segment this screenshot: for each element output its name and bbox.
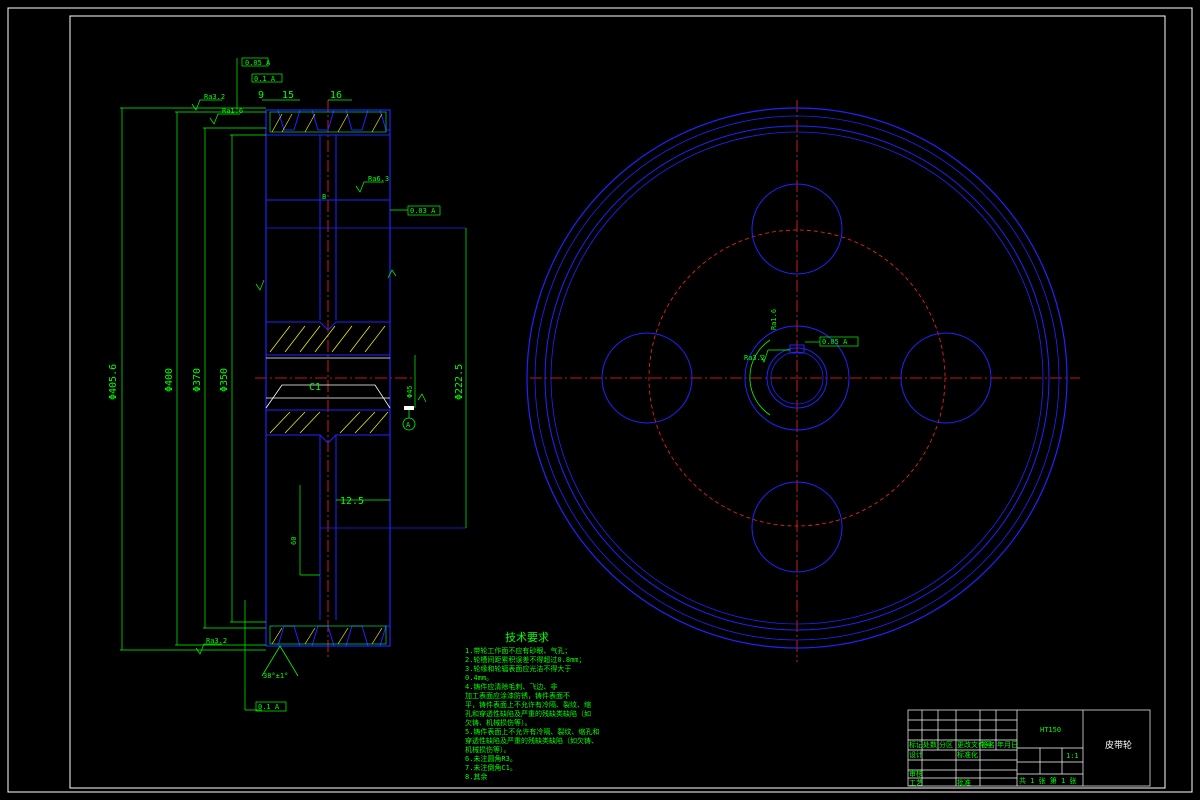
dim-groove: 16 [330,90,342,101]
center-mark: B [322,193,326,201]
tech-line: 6.未注圆角R3。 [465,754,517,763]
dim-outer: Φ405.6 [108,364,119,400]
svg-text:Ra3.2: Ra3.2 [744,354,765,362]
svg-text:处数: 处数 [923,740,937,749]
svg-text:Ra1.6: Ra1.6 [770,309,778,330]
dim-d350: Φ350 [219,368,230,392]
dim-hub-len: 60 [290,537,298,545]
svg-text:审核: 审核 [909,769,923,778]
cad-drawing: 0.05 A 0.1 A 0.03 A 0.1 A 9 15 16 Φ405.6… [7,7,1193,793]
tech-line: 1.带轮工作面不应有砂眼、气孔； [465,646,571,655]
svg-text:标记: 标记 [909,740,923,749]
svg-text:Ra1.6: Ra1.6 [222,107,243,115]
tech-line: 3.轮缘和轮辐表面应光洁不得大于 [465,664,571,673]
sheet-border [7,7,1193,793]
tech-line: 平，铸件表面上不允许有冷隔、裂纹、缩 [465,700,591,709]
groove-angle: 38°±1° [263,672,288,680]
tolerance-frame-1: 0.05 A [241,57,271,67]
dim-bore: Φ45 [406,385,414,398]
dim-d400: Φ400 [164,368,175,392]
tech-line: 孔和穿透性缺陷及严重的残缺类缺陷（如 [465,709,591,718]
svg-text:签名: 签名 [981,740,995,749]
tech-line: 欠铸、机械损伤等）。 [465,718,532,727]
dim-top-left: 9 [258,90,264,101]
dim-top-right: 15 [282,90,294,101]
dim-keyway: 12.5 [340,496,364,507]
tech-line: 2.轮槽间距累积误差不得超过0.8mm； [465,655,586,664]
svg-text:0.1 A: 0.1 A [254,75,276,83]
svg-text:Ra3.2: Ra3.2 [204,93,225,101]
dim-d370: Φ370 [192,368,203,392]
svg-text:分区: 分区 [939,740,953,749]
tolerance-frame-3: 0.03 A [390,205,441,216]
front-view: 0.05 A Ra3.2 Ra1.6 [526,100,1080,662]
dim-bore-hub: Φ222.5 [454,364,465,400]
svg-text:年月日: 年月日 [997,740,1018,749]
scale-label: 1:1 [1066,752,1079,760]
material-label: HT150 [1040,726,1061,734]
tech-line: 8.其余 [465,772,487,781]
section-view: 0.05 A 0.1 A 0.03 A 0.1 A 9 15 16 Φ405.6… [108,57,467,712]
tech-line: 7.未注倒角C1。 [465,763,517,772]
tech-line: 5.铸件表面上不允许有冷隔、裂纹、缩孔和 [465,727,599,736]
svg-text:Ra6.3: Ra6.3 [368,175,389,183]
svg-text:0.1 A: 0.1 A [258,703,280,711]
sheet-label: 共 1 张 第 1 张 [1019,776,1077,785]
chamfer-label: C1 [309,382,321,393]
svg-text:标准化: 标准化 [957,750,978,759]
svg-text:0.03 A: 0.03 A [410,207,436,215]
svg-text:工艺: 工艺 [909,779,923,787]
svg-text:Ra3.2: Ra3.2 [206,637,227,645]
svg-text:0.05 A: 0.05 A [245,59,271,67]
svg-text:批准: 批准 [957,778,971,787]
tolerance-frame-2: 0.1 A [251,73,283,83]
tech-line: 穿透性缺陷及严重的残缺类缺陷（如欠铸、 [465,736,598,745]
front-tolerance: 0.05 A [805,336,859,347]
tech-requirements: 技术要求 1.带轮工作面不应有砂眼、气孔； 2.轮槽间距累积误差不得超过0.8m… [465,631,599,781]
svg-text:设计: 设计 [909,750,923,759]
drawing-frame [69,15,1166,789]
part-label: 皮带轮 [1105,739,1132,751]
tech-line: 0.4mm。 [465,674,493,682]
datum-label: A [406,421,411,429]
svg-text:0.05 A: 0.05 A [822,338,848,346]
tech-line: 加工表面应涂漆防锈，铸件表面不 [465,691,570,700]
tech-heading: 技术要求 [505,631,549,644]
tolerance-frame-4: 0.1 A [255,701,287,712]
tech-line: 4.铸件应清除毛刺、飞边、非 [465,682,557,691]
tech-line: 机械损伤等）。 [465,745,511,754]
